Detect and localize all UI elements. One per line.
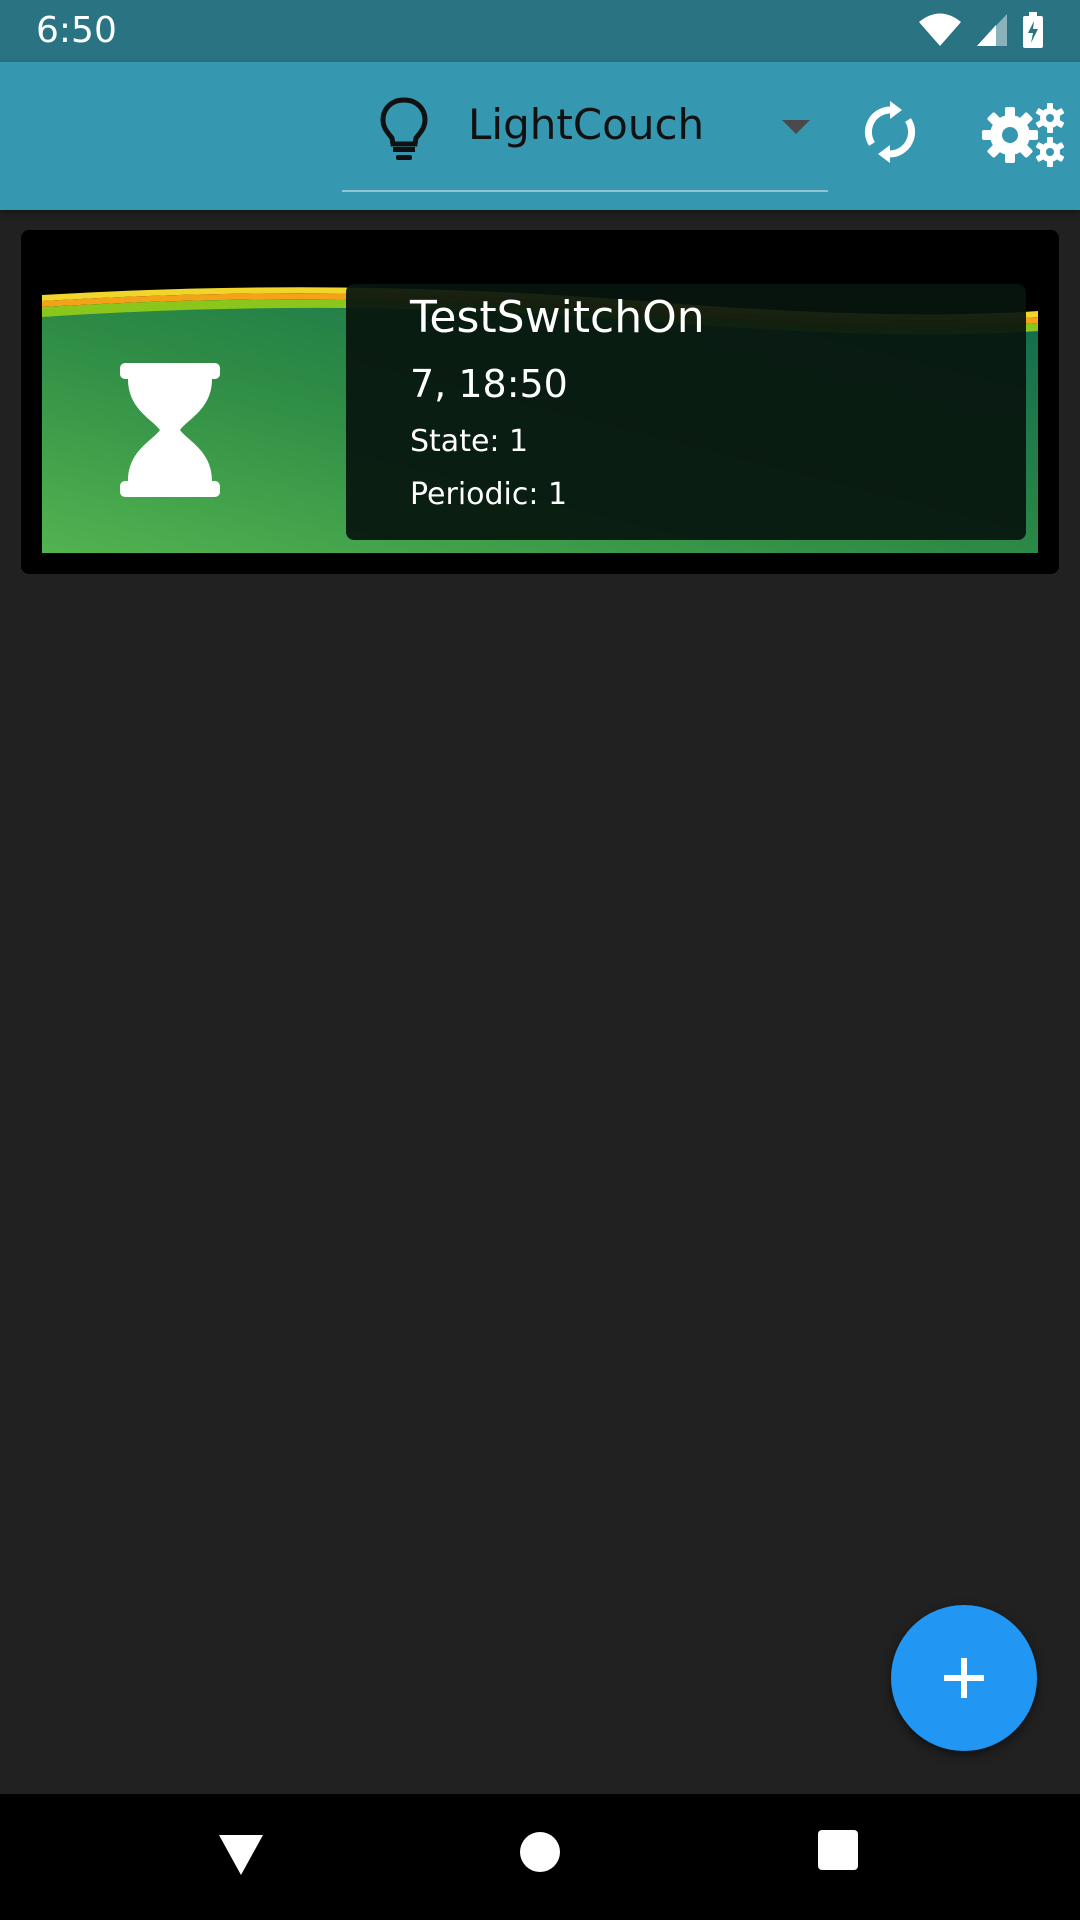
- recents-icon[interactable]: [818, 1830, 858, 1870]
- app-bar: LightCouch: [0, 62, 1080, 210]
- settings-button[interactable]: [980, 100, 1070, 170]
- add-timer-button[interactable]: [891, 1605, 1037, 1751]
- timer-name: TestSwitchOn: [410, 292, 705, 343]
- device-select-value: LightCouch: [468, 100, 705, 149]
- sync-button[interactable]: [858, 100, 922, 164]
- sync-icon: [858, 101, 922, 168]
- back-icon[interactable]: [218, 1834, 264, 1880]
- timer-info-panel: TestSwitchOn 7, 18:50 State: 1 Periodic:…: [346, 284, 1026, 540]
- home-icon[interactable]: [520, 1832, 560, 1872]
- lightbulb-icon: [378, 96, 430, 166]
- settings-icon: [980, 103, 1070, 174]
- wifi-icon: [918, 13, 962, 51]
- device-select[interactable]: LightCouch: [342, 62, 828, 192]
- hourglass-icon: [120, 363, 220, 501]
- status-icons: [918, 12, 1044, 52]
- plus-icon: [944, 1658, 984, 1702]
- timer-banner: TestSwitchOn 7, 18:50 State: 1 Periodic:…: [42, 251, 1038, 553]
- timer-state: State: 1: [410, 424, 529, 459]
- navigation-bar: [0, 1794, 1080, 1920]
- signal-icon: [976, 13, 1008, 51]
- status-time: 6:50: [36, 10, 117, 51]
- timer-card[interactable]: TestSwitchOn 7, 18:50 State: 1 Periodic:…: [21, 230, 1059, 574]
- dropdown-arrow-icon: [782, 120, 810, 134]
- timer-time: 7, 18:50: [410, 362, 568, 406]
- timer-periodic: Periodic: 1: [410, 477, 568, 512]
- battery-charging-icon: [1022, 12, 1044, 52]
- status-bar: 6:50: [0, 0, 1080, 62]
